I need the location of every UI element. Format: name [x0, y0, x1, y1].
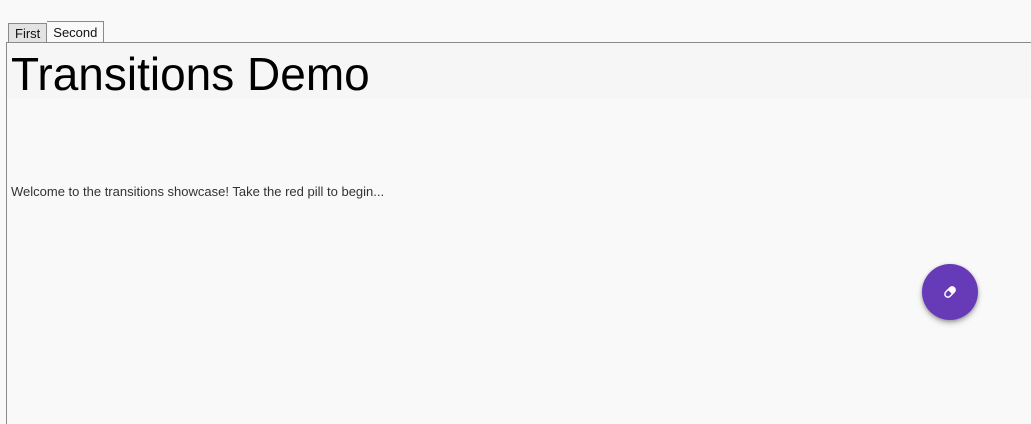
red-pill-button[interactable]	[922, 264, 978, 320]
tab-panel: Transitions Demo Welcome to the transiti…	[6, 42, 1031, 424]
page-title: Transitions Demo	[11, 48, 370, 100]
tab-bar: First Second	[8, 20, 105, 44]
app-window: First Second Transitions Demo Welcome to…	[0, 0, 1031, 424]
welcome-text: Welcome to the transitions showcase! Tak…	[11, 184, 385, 199]
pill-icon	[944, 286, 956, 298]
tab-first[interactable]: First	[8, 23, 48, 43]
app-bar: Transitions Demo	[7, 43, 1031, 100]
tab-second[interactable]: Second	[47, 21, 105, 44]
